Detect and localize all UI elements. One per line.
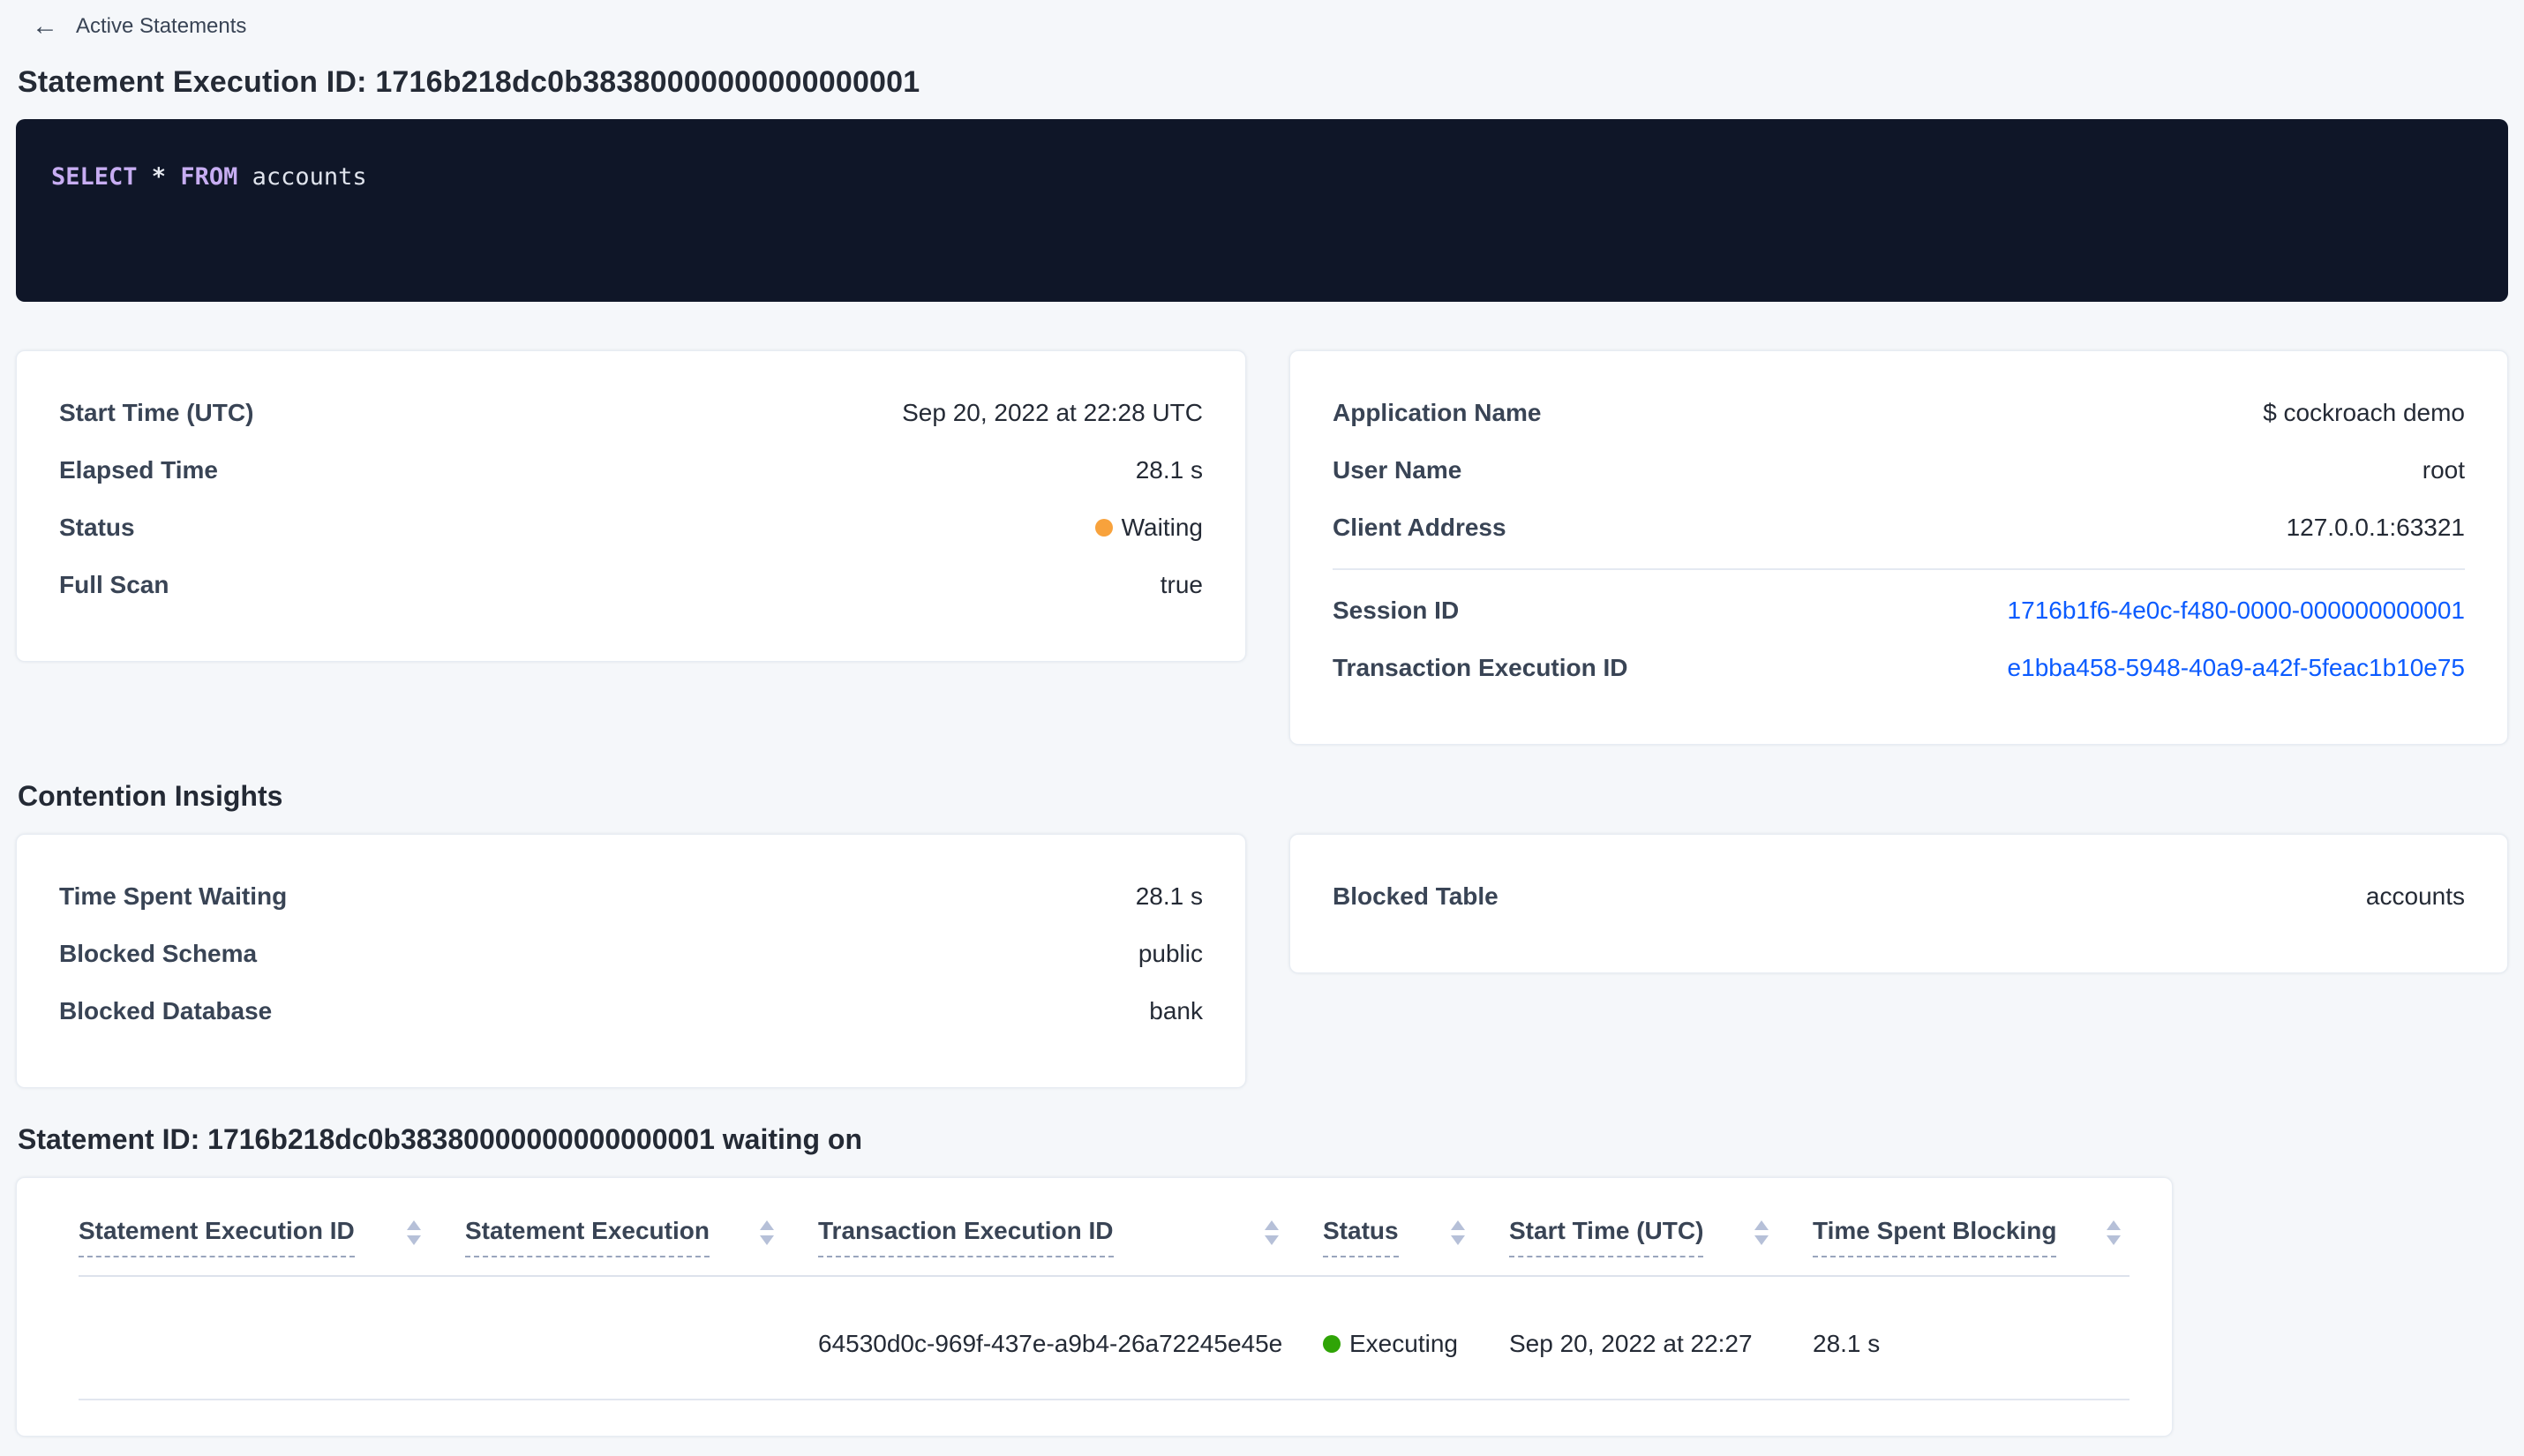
detail-label: Start Time (UTC) — [59, 399, 254, 426]
statement-execution-page: ← Active Statements Statement Execution … — [0, 0, 2524, 1456]
detail-row-blocked-table: Blocked Table accounts — [1333, 882, 2465, 911]
contention-right-card: Blocked Table accounts — [1289, 834, 2508, 973]
detail-row-transaction-execution-id: Transaction Execution ID e1bba458-5948-4… — [1333, 654, 2465, 682]
detail-row-time-spent-waiting: Time Spent Waiting 28.1 s — [59, 882, 1203, 911]
detail-label: Blocked Table — [1333, 882, 1499, 910]
detail-row-blocked-schema: Blocked Schema public — [59, 940, 1203, 968]
waiting-on-heading: Statement ID: 1716b218dc0b38380000000000… — [18, 1123, 862, 1155]
detail-label: User Name — [1333, 456, 1462, 484]
detail-value: 28.1 s — [1135, 882, 1203, 910]
column-header-label: Statement Execution — [465, 1217, 710, 1257]
page-title: Statement Execution ID: 1716b218dc0b3838… — [18, 65, 920, 99]
detail-row-client-address: Client Address 127.0.0.1:63321 — [1333, 514, 2465, 542]
column-header-time-spent-blocking[interactable]: Time Spent Blocking — [1813, 1217, 2130, 1257]
detail-value: public — [1138, 940, 1203, 967]
table-row: 64530d0c-969f-437e-a9b4-26a72245e45e Exe… — [79, 1277, 2130, 1400]
sql-statement-box: SELECT * FROM accounts — [16, 119, 2508, 302]
sort-arrows-icon — [1265, 1220, 1279, 1245]
sort-arrows-icon — [1754, 1220, 1769, 1245]
cell-time-spent-blocking: 28.1 s — [1813, 1330, 1881, 1357]
status-waiting-dot-icon — [1094, 519, 1113, 537]
status-executing-dot-icon — [1323, 1335, 1341, 1353]
sql-statement-text: SELECT * FROM accounts — [51, 163, 367, 191]
sort-arrows-icon — [1451, 1220, 1465, 1245]
cell-start-time: Sep 20, 2022 at 22:27 — [1509, 1330, 1753, 1357]
detail-row-user-name: User Name root — [1333, 456, 2465, 484]
table-header-row: Statement Execution ID Statement Executi… — [79, 1178, 2130, 1277]
breadcrumb: ← Active Statements — [16, 7, 2508, 46]
detail-row-elapsed-time: Elapsed Time 28.1 s — [59, 456, 1203, 484]
cell-statement-execution — [465, 1277, 818, 1399]
column-header-label: Transaction Execution ID — [818, 1217, 1114, 1257]
transaction-execution-id-link[interactable]: e1bba458-5948-40a9-a42f-5feac1b10e75 — [2008, 654, 2465, 682]
sql-keyword-select: SELECT — [51, 163, 152, 191]
detail-label: Status — [59, 514, 135, 541]
status-text: Executing — [1349, 1330, 1458, 1357]
detail-value: Sep 20, 2022 at 22:28 UTC — [902, 399, 1203, 426]
contention-insights-heading: Contention Insights — [18, 780, 283, 812]
detail-value: accounts — [2365, 882, 2465, 910]
sort-arrows-icon — [760, 1220, 774, 1245]
waiting-on-table-card: Statement Execution ID Statement Executi… — [16, 1177, 2173, 1437]
column-header-label: Status — [1323, 1217, 1399, 1257]
detail-label: Session ID — [1333, 597, 1460, 624]
detail-row-application-name: Application Name $ cockroach demo — [1333, 399, 2465, 427]
execution-details-card: Start Time (UTC) Sep 20, 2022 at 22:28 U… — [16, 350, 1246, 662]
column-header-statement-execution-id[interactable]: Statement Execution ID — [79, 1217, 465, 1257]
sql-star: * — [151, 163, 181, 191]
detail-label: Client Address — [1333, 514, 1506, 541]
column-header-label: Start Time (UTC) — [1509, 1217, 1704, 1257]
detail-value: true — [1160, 571, 1203, 598]
detail-row-start-time: Start Time (UTC) Sep 20, 2022 at 22:28 U… — [59, 399, 1203, 427]
contention-cards-row: Time Spent Waiting 28.1 s Blocked Schema… — [16, 834, 2508, 1088]
sql-table-name: accounts — [252, 163, 367, 191]
detail-row-status: Status Waiting — [59, 514, 1203, 542]
detail-value: $ cockroach demo — [2263, 399, 2465, 426]
column-header-statement-execution[interactable]: Statement Execution — [465, 1217, 818, 1257]
detail-label: Application Name — [1333, 399, 1542, 426]
column-header-start-time[interactable]: Start Time (UTC) — [1509, 1217, 1813, 1257]
detail-label: Transaction Execution ID — [1333, 654, 1628, 681]
detail-value: bank — [1149, 997, 1203, 1024]
detail-value: 28.1 s — [1135, 456, 1203, 484]
cell-statement-execution-id — [79, 1277, 465, 1399]
sql-keyword-from: FROM — [180, 163, 252, 191]
detail-row-blocked-database: Blocked Database bank — [59, 997, 1203, 1025]
details-cards-row: Start Time (UTC) Sep 20, 2022 at 22:28 U… — [16, 350, 2508, 745]
session-details-card: Application Name $ cockroach demo User N… — [1289, 350, 2508, 745]
sort-arrows-icon — [2107, 1220, 2121, 1245]
column-header-label: Time Spent Blocking — [1813, 1217, 2057, 1257]
column-header-transaction-execution-id[interactable]: Transaction Execution ID — [818, 1217, 1323, 1257]
back-arrow-icon[interactable]: ← — [32, 13, 58, 40]
detail-label: Blocked Database — [59, 997, 273, 1024]
cell-transaction-execution-id: 64530d0c-969f-437e-a9b4-26a72245e45e — [818, 1330, 1283, 1357]
detail-value: root — [2422, 456, 2465, 484]
column-header-status[interactable]: Status — [1323, 1217, 1509, 1257]
status-badge: Waiting — [1094, 514, 1203, 542]
detail-row-full-scan: Full Scan true — [59, 571, 1203, 599]
cell-status: Executing — [1323, 1277, 1509, 1399]
card-divider — [1333, 568, 2465, 570]
detail-label: Full Scan — [59, 571, 169, 598]
contention-left-card: Time Spent Waiting 28.1 s Blocked Schema… — [16, 834, 1246, 1088]
session-id-link[interactable]: 1716b1f6-4e0c-f480-0000-000000000001 — [2008, 597, 2465, 625]
detail-label: Elapsed Time — [59, 456, 219, 484]
detail-label: Blocked Schema — [59, 940, 258, 967]
detail-row-session-id: Session ID 1716b1f6-4e0c-f480-0000-00000… — [1333, 597, 2465, 625]
back-link-active-statements[interactable]: Active Statements — [76, 14, 246, 39]
detail-value: 127.0.0.1:63321 — [2286, 514, 2465, 541]
column-header-label: Statement Execution ID — [79, 1217, 355, 1257]
sort-arrows-icon — [407, 1220, 421, 1245]
detail-label: Time Spent Waiting — [59, 882, 288, 910]
status-text: Waiting — [1121, 514, 1203, 541]
